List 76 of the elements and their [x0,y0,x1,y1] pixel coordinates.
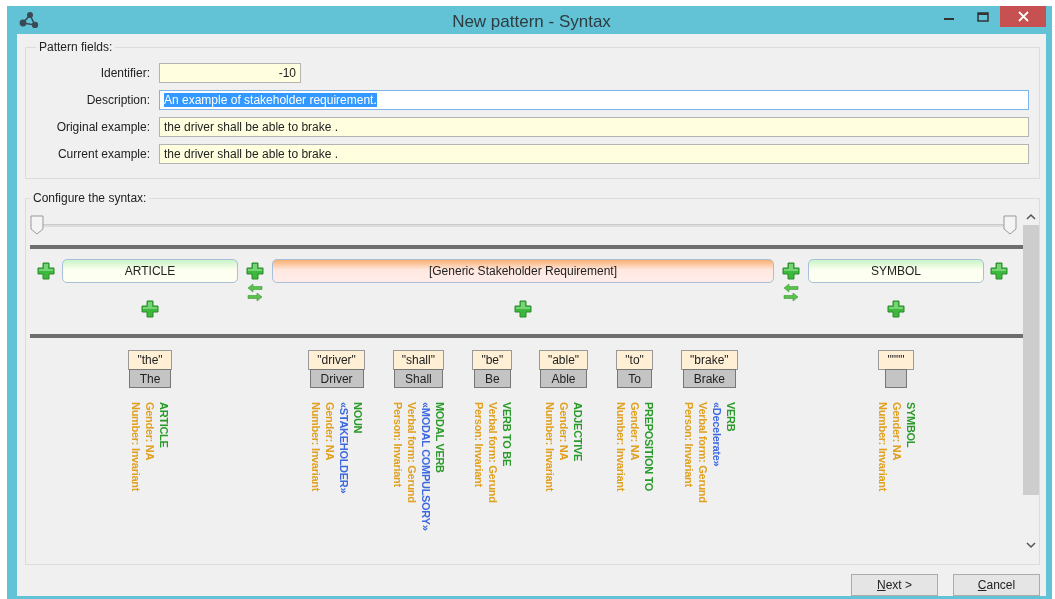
token-word[interactable]: "shall" [392,350,444,370]
token-annotation: Gender: NA [143,402,157,463]
add-icon[interactable] [886,299,906,319]
token-annotation: Person: Invariant [471,402,485,489]
text-field[interactable]: -10 [159,63,301,83]
field-label: Original example: [55,120,150,134]
token-lemma: Driver [309,369,364,388]
field-label: Current example: [56,147,150,161]
dialog-button[interactable]: Cancel [953,574,1040,596]
token-annotation: NOUN [351,402,365,436]
scroll-up-icon[interactable] [1026,213,1036,221]
token-annotation: VERB [723,402,737,434]
token-annotation: Number: Invariant [309,402,323,494]
token-annotation: Verbal form: Gerund [404,402,418,505]
token-word[interactable]: """" [878,350,914,370]
token-word[interactable]: "to" [616,350,653,370]
text-field[interactable]: the driver shall be able to brake . [159,117,1029,137]
field-label: Identifier: [99,66,150,80]
token-word[interactable]: "able" [538,350,589,370]
token-annotation: «Decelerate» [709,402,723,469]
add-icon[interactable] [245,261,265,281]
token-annotation: Number: Invariant [614,402,628,492]
swap-arrows-icon[interactable] [246,283,264,303]
token-lemma: Be [474,369,511,388]
scroll-down-icon[interactable] [1026,541,1036,549]
add-icon[interactable] [36,261,56,281]
token-annotation: Gender: NA [889,402,903,463]
token-lemma: The [128,369,172,388]
add-icon[interactable] [781,261,801,281]
slider-thumb[interactable] [30,215,44,235]
window-title: New pattern - Syntax [452,12,611,32]
group-label: Pattern fields: [38,40,114,54]
close-icon[interactable] [1017,11,1029,22]
token-word[interactable]: "driver" [308,350,365,370]
maximize-icon[interactable] [977,11,989,22]
syntax-element[interactable]: ARTICLE [62,259,238,283]
token-annotation: «MODAL COMPULSORY» [418,402,432,531]
token-lemma [885,369,907,388]
token-lemma: To [617,369,652,388]
token-annotation: Number: Invariant [129,402,143,492]
token-word[interactable]: "be" [472,350,513,370]
token-annotation: Number: Invariant [543,402,556,492]
token-annotation: Gender: NA [628,402,642,463]
range-slider[interactable] [30,215,1017,237]
add-icon[interactable] [513,299,533,319]
text-field[interactable]: the driver shall be able to brake . [159,144,1029,164]
dialog-button[interactable]: Next > [851,574,938,596]
add-icon[interactable] [989,261,1009,281]
token-annotation: VERB TO BE [499,402,513,469]
token-annotation: Verbal form: Gerund [485,402,499,503]
token-word[interactable]: "the" [128,350,172,370]
token-annotation: Person: Invariant [681,402,695,489]
token-annotation: Gender: NA [323,402,337,463]
token-annotation: ARTICLE [157,402,171,450]
close-button[interactable] [1000,6,1046,27]
syntax-element[interactable]: [Generic Stakeholder Requirement] [272,259,774,283]
token-annotation: «STAKEHOLDER» [337,402,351,494]
add-icon[interactable] [140,299,160,319]
token-word[interactable]: "brake" [681,350,738,370]
graph-nodes-icon [19,12,39,28]
group-label: Configure the syntax: [32,191,148,205]
token-annotation: PREPOSITION TO [642,402,656,492]
token-annotation: Number: Invariant [875,402,889,492]
token-annotation: Person: Invariant [390,402,404,489]
field-label: Description: [85,93,150,107]
token-annotation: MODAL VERB [432,402,446,475]
syntax-element[interactable]: SYMBOL [808,259,984,283]
token-annotation: Verbal form: Gerund [695,402,709,503]
token-lemma: Able [540,369,587,388]
token-lemma: Brake [682,369,737,388]
token-annotation: ADJECTIVE [571,402,584,464]
token-lemma: Shall [394,369,443,388]
token-annotation: Gender: NA [557,402,570,463]
swap-arrows-icon[interactable] [782,283,800,303]
slider-thumb[interactable] [1003,215,1017,235]
token-annotation: SYMBOL [903,402,917,450]
